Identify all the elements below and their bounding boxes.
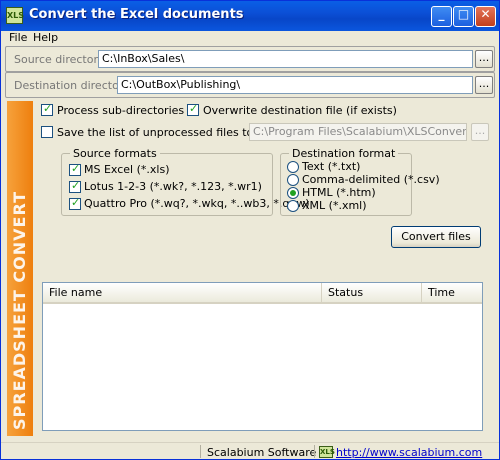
overwrite-label: Overwrite destination file (if exists) bbox=[203, 104, 397, 117]
html-format-label: HTML (*.htm) bbox=[302, 186, 376, 199]
text-format-label: Text (*.txt) bbox=[302, 160, 361, 173]
xml-format-label: XML (*.xml) bbox=[302, 199, 367, 212]
log-browse-button[interactable]: ... bbox=[471, 123, 489, 141]
process-subdirectories-checkbox[interactable] bbox=[41, 102, 53, 116]
status-separator bbox=[314, 445, 315, 458]
column-time[interactable]: Time bbox=[422, 283, 482, 302]
destination-format-title: Destination format bbox=[289, 147, 399, 160]
menu-bar: File Help bbox=[1, 31, 499, 45]
destination-directory-field[interactable]: C:\OutBox\Publishing\ bbox=[117, 76, 473, 94]
main-window: XLS Convert the Excel documents _ □ ✕ Fi… bbox=[0, 0, 500, 460]
quattro-pro-checkbox[interactable] bbox=[69, 196, 81, 210]
website-link[interactable]: http://www.scalabium.com bbox=[336, 446, 482, 459]
xml-format-radio[interactable] bbox=[287, 200, 299, 212]
source-formats-title: Source formats bbox=[70, 147, 160, 160]
ms-excel-label: MS Excel (*.xls) bbox=[84, 163, 170, 176]
status-bar: Scalabium Software XLS http://www.scalab… bbox=[1, 442, 499, 460]
overwrite-checkbox[interactable] bbox=[187, 102, 199, 116]
lotus-label: Lotus 1-2-3 (*.wk?, *.123, *.wr1) bbox=[84, 180, 262, 193]
html-format-radio[interactable] bbox=[287, 187, 299, 199]
save-log-checkbox[interactable] bbox=[41, 126, 53, 138]
destination-directory-label: Destination directory: bbox=[14, 79, 133, 92]
text-format-radio[interactable] bbox=[287, 161, 299, 173]
save-log-label: Save the list of unprocessed files to lo… bbox=[57, 126, 274, 139]
ms-excel-checkbox[interactable] bbox=[69, 162, 81, 176]
source-directory-field[interactable]: C:\InBox\Sales\ bbox=[98, 50, 473, 68]
menu-file[interactable]: File bbox=[9, 31, 27, 44]
app-icon: XLS bbox=[6, 7, 24, 24]
company-name: Scalabium Software bbox=[207, 446, 317, 459]
side-banner-text: SPREADSHEET CONVERT bbox=[10, 191, 29, 430]
status-separator bbox=[200, 445, 201, 458]
lotus-checkbox[interactable] bbox=[69, 179, 81, 193]
minimize-button[interactable]: _ bbox=[431, 6, 452, 27]
convert-files-button[interactable]: Convert files bbox=[391, 226, 481, 248]
csv-format-radio[interactable] bbox=[287, 174, 299, 186]
file-list-header: File name Status Time bbox=[43, 283, 482, 304]
source-browse-button[interactable]: ... bbox=[475, 50, 493, 68]
column-file-name[interactable]: File name bbox=[43, 283, 322, 302]
menu-help[interactable]: Help bbox=[33, 31, 58, 44]
destination-format-group: Destination format Text (*.txt) Comma-de… bbox=[280, 147, 440, 216]
destination-browse-button[interactable]: ... bbox=[475, 76, 493, 94]
destination-directory-row: Destination directory: C:\OutBox\Publish… bbox=[5, 72, 495, 98]
source-directory-row: Source directory: C:\InBox\Sales\ ... bbox=[5, 46, 495, 72]
quattro-pro-label: Quattro Pro (*.wq?, *.wkq, *..wb3, *.qpw… bbox=[84, 197, 310, 210]
file-list[interactable]: File name Status Time bbox=[42, 282, 483, 431]
log-path-field[interactable]: C:\Program Files\Scalabium\XLSConvert\un… bbox=[249, 123, 467, 141]
side-banner: SPREADSHEET CONVERT bbox=[7, 101, 33, 436]
maximize-button[interactable]: □ bbox=[453, 6, 474, 27]
title-bar[interactable]: XLS Convert the Excel documents _ □ ✕ bbox=[1, 1, 499, 31]
app-logo-icon: XLS bbox=[319, 446, 335, 458]
window-title: Convert the Excel documents bbox=[29, 7, 244, 22]
source-formats-group: Source formats MS Excel (*.xls) Lotus 1-… bbox=[61, 147, 310, 216]
column-status[interactable]: Status bbox=[322, 283, 422, 302]
close-button[interactable]: ✕ bbox=[475, 6, 496, 27]
source-directory-label: Source directory: bbox=[14, 53, 108, 66]
process-subdirectories-label: Process sub-directories bbox=[57, 104, 185, 117]
csv-format-label: Comma-delimited (*.csv) bbox=[302, 173, 440, 186]
